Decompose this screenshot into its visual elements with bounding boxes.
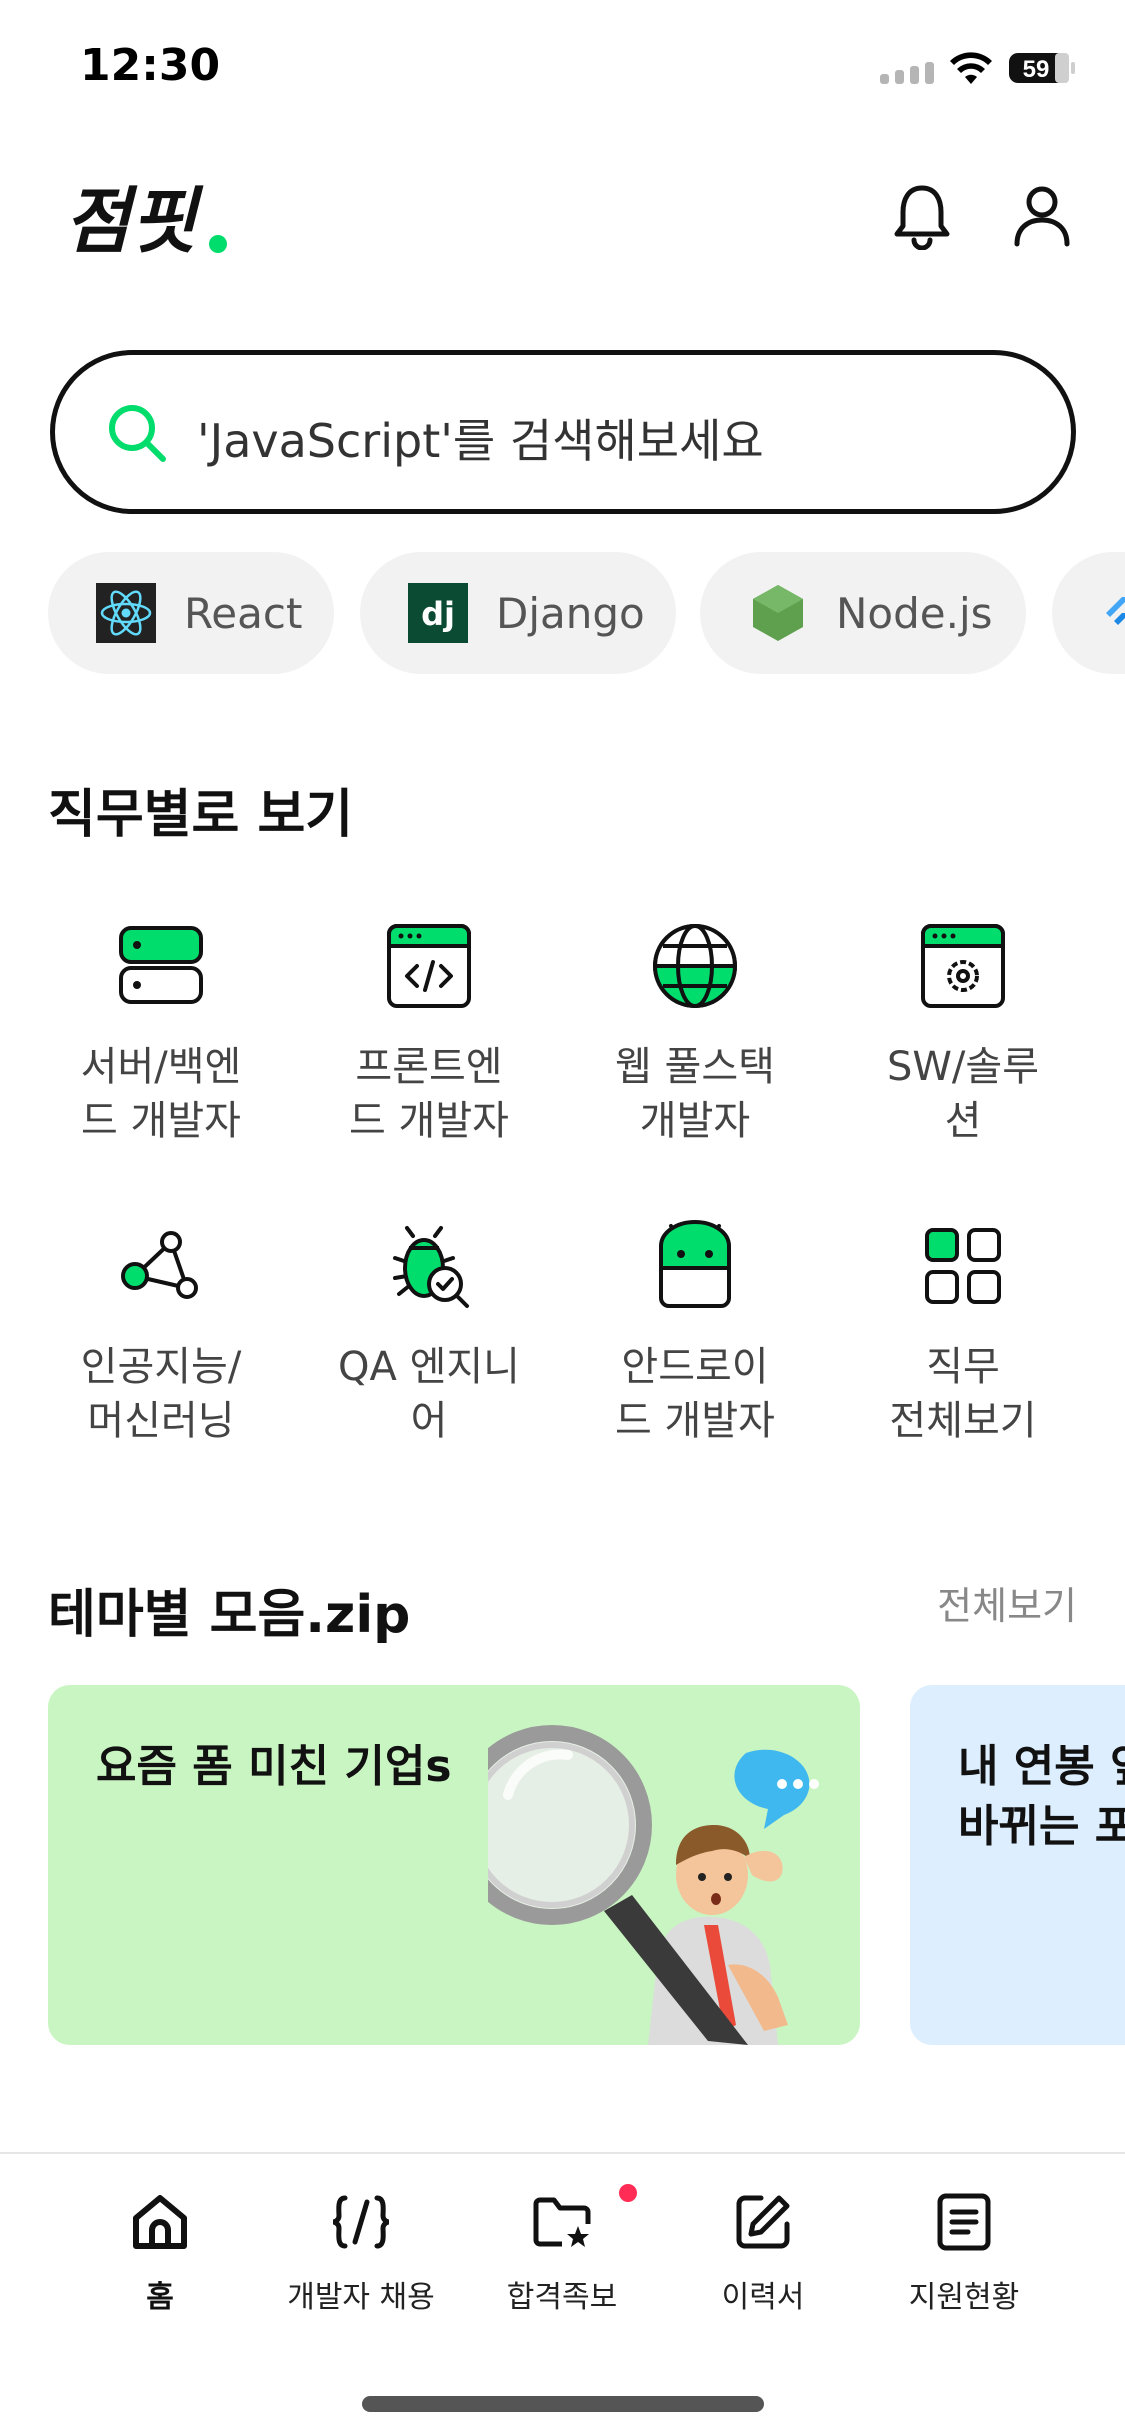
theme-card[interactable]: 요즘 폼 미친 기업s — [48, 1685, 860, 2045]
theme-card-title: 요즘 폼 미친 기업s — [96, 1741, 452, 1792]
job-label: 안드로이 드 개발자 — [615, 1344, 775, 1444]
tab-label: 이력서 — [721, 2280, 805, 2315]
chip-more[interactable] — [1052, 552, 1125, 674]
job-label: 서버/백엔 드 개발자 — [80, 1044, 242, 1144]
chip-django[interactable]: dj Django — [360, 552, 676, 674]
tab-resume[interactable]: 이력서 — [663, 2190, 863, 2316]
chip-label: React — [184, 588, 303, 638]
bottom-tab-bar: 홈 개발자 채용 합격족보 이력서 지원현황 — [0, 2152, 1125, 2436]
chip-nodejs[interactable]: Node.js — [700, 552, 1026, 674]
job-android[interactable]: 안드로이 드 개발자 — [564, 1218, 826, 1448]
search-bar[interactable]: 'JavaScript'를 검색해보세요 — [50, 350, 1076, 514]
react-logo-icon — [96, 583, 156, 643]
battery-level: 59 — [1023, 56, 1050, 83]
tab-label: 개발자 채용 — [287, 2280, 435, 2315]
chip-label: Node.js — [836, 588, 993, 638]
job-label: QA 엔지니 어 — [338, 1344, 520, 1444]
status-bar: 12:30 59 — [0, 0, 1125, 140]
job-label: 인공지능/ 머신러닝 — [80, 1344, 242, 1444]
theme-card[interactable]: 내 연봉 앞 바뀌는 포 — [910, 1685, 1125, 2045]
home-icon — [133, 2195, 187, 2249]
search-placeholder: 'JavaScript'를 검색해보세요 — [197, 414, 764, 468]
code-window-icon — [387, 924, 471, 1008]
profile-icon[interactable] — [1010, 182, 1074, 250]
grid-icon — [925, 1228, 1001, 1304]
logo-text: 점핏 — [64, 179, 204, 262]
tech-stack-chips: React dj Django Node.js — [48, 552, 1125, 674]
server-icon — [119, 926, 203, 1004]
chip-label: Django — [496, 588, 645, 638]
status-time: 12:30 — [80, 40, 221, 91]
tab-dev-jobs[interactable]: 개발자 채용 — [261, 2190, 461, 2316]
see-all-link[interactable]: 전체보기 — [937, 1575, 1077, 1630]
job-frontend[interactable]: 프론트엔 드 개발자 — [298, 918, 560, 1148]
chip-react[interactable]: React — [48, 552, 334, 674]
code-braces-icon — [332, 2195, 390, 2249]
theme-cards: 요즘 폼 미친 기업s 내 연봉 앞 바뀌는 포 — [48, 1685, 1125, 2045]
django-logo-icon: dj — [408, 583, 468, 643]
job-ai-ml[interactable]: 인공지능/ 머신러닝 — [30, 1218, 292, 1448]
svg-text:dj: dj — [421, 595, 455, 633]
nodes-graph-icon — [121, 1231, 198, 1299]
wifi-icon — [950, 52, 992, 84]
tab-pass-notes[interactable]: 합격족보 — [462, 2190, 662, 2316]
document-list-icon — [937, 2193, 991, 2251]
job-section-title: 직무별로 보기 — [48, 785, 354, 845]
search-icon — [109, 405, 166, 462]
nodejs-logo-icon — [753, 585, 803, 641]
edit-icon — [736, 2195, 790, 2249]
job-server-backend[interactable]: 서버/백엔 드 개발자 — [30, 918, 292, 1148]
app-logo: 점핏 — [64, 179, 227, 262]
theme-section-title: 테마별 모음.zip — [48, 1585, 411, 1645]
gear-window-icon — [921, 924, 1005, 1008]
home-indicator[interactable] — [362, 2396, 764, 2412]
job-qa[interactable]: QA 엔지니 어 — [298, 1218, 560, 1448]
battery-icon: 59 — [1009, 53, 1075, 83]
bug-check-icon — [393, 1226, 469, 1308]
job-fullstack[interactable]: 웹 풀스택 개발자 — [564, 918, 826, 1148]
job-view-all[interactable]: 직무 전체보기 — [832, 1218, 1094, 1448]
cellular-signal-icon — [880, 62, 934, 84]
tab-label: 지원현황 — [908, 2280, 1020, 2315]
folder-star-icon — [533, 2197, 591, 2247]
tab-applications[interactable]: 지원현황 — [864, 2190, 1064, 2316]
theme-card-title: 내 연봉 앞 바뀌는 포 — [958, 1741, 1125, 1852]
flutter-logo-icon — [1106, 597, 1125, 625]
magnifier-character-illustration — [488, 1725, 819, 2045]
android-icon — [658, 1220, 732, 1308]
tab-label: 홈 — [146, 2280, 174, 2315]
job-label: 프론트엔 드 개발자 — [349, 1044, 509, 1144]
job-label: 직무 전체보기 — [889, 1344, 1037, 1444]
job-label: SW/솔루 션 — [886, 1044, 1040, 1144]
globe-icon — [653, 924, 737, 1008]
tab-home[interactable]: 홈 — [60, 2190, 260, 2316]
bell-icon[interactable] — [890, 182, 954, 250]
tab-label: 합격족보 — [506, 2280, 618, 2315]
job-label: 웹 풀스택 개발자 — [615, 1044, 775, 1144]
job-sw-solution[interactable]: SW/솔루 션 — [832, 918, 1094, 1148]
notification-badge — [619, 2184, 637, 2202]
